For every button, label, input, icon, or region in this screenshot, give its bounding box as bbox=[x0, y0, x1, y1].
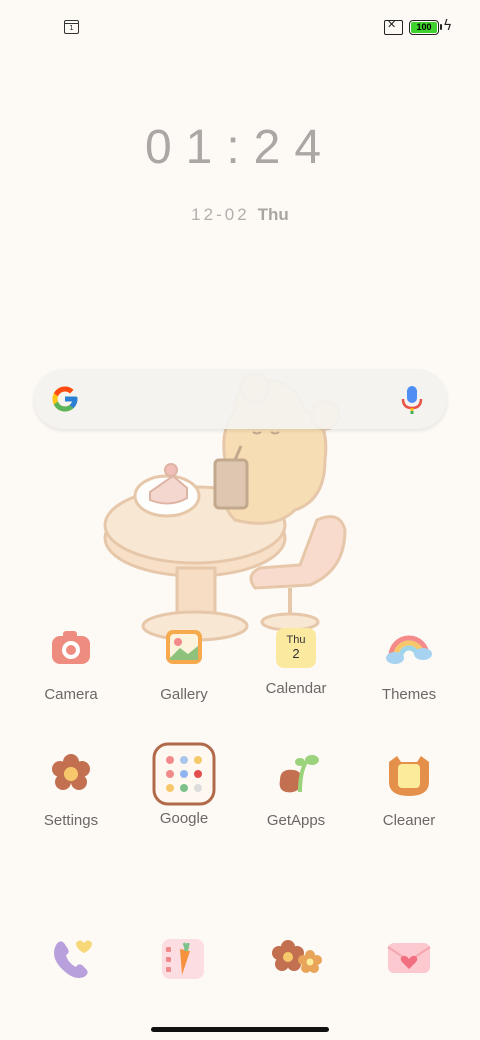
flowers-icon[interactable] bbox=[270, 933, 326, 983]
home-indicator[interactable] bbox=[151, 1027, 329, 1032]
battery-icon: 100 bbox=[409, 20, 442, 35]
clock-date[interactable]: 12-02 Thu bbox=[0, 205, 480, 225]
calendar-day: Thu bbox=[286, 634, 306, 646]
app-calendar[interactable]: Thu 2 Calendar bbox=[246, 622, 346, 697]
app-google-folder[interactable]: Google bbox=[134, 740, 234, 827]
app-label: Themes bbox=[381, 686, 437, 703]
rainbow-icon bbox=[386, 635, 432, 664]
status-bar: 1 100 ϟ bbox=[0, 0, 480, 56]
envelope-heart-icon[interactable] bbox=[384, 933, 434, 983]
app-label: Calendar bbox=[265, 680, 327, 697]
app-label: Gallery bbox=[160, 686, 208, 703]
no-sim-icon bbox=[384, 18, 403, 35]
weekday-text: Thu bbox=[257, 205, 289, 224]
date-text: 12-02 bbox=[191, 205, 250, 224]
phone-icon[interactable] bbox=[46, 933, 96, 983]
app-camera[interactable]: Camera bbox=[21, 622, 121, 703]
gallery-icon bbox=[166, 630, 202, 664]
battery-level: 100 bbox=[411, 22, 437, 33]
app-settings[interactable]: Settings bbox=[21, 748, 121, 829]
clock-time[interactable]: 01:24 bbox=[0, 120, 480, 175]
microphone-icon[interactable] bbox=[400, 385, 424, 415]
flower-gear-icon bbox=[52, 754, 90, 790]
calendar-notification-icon: 1 bbox=[64, 20, 79, 34]
calendar-date: 2 bbox=[292, 646, 300, 661]
messages-carrot-icon[interactable] bbox=[158, 933, 208, 983]
app-label: Cleaner bbox=[382, 812, 436, 829]
calendar-icon: Thu 2 bbox=[276, 628, 316, 668]
app-themes[interactable]: Themes bbox=[359, 622, 459, 703]
google-search-bar[interactable] bbox=[34, 369, 447, 429]
app-label: Settings bbox=[43, 812, 99, 829]
app-label: Google bbox=[159, 810, 209, 827]
app-getapps[interactable]: GetApps bbox=[246, 748, 346, 829]
charging-bolt-icon: ϟ bbox=[443, 18, 453, 34]
app-cleaner[interactable]: Cleaner bbox=[359, 748, 459, 829]
app-label: GetApps bbox=[266, 812, 326, 829]
camera-icon bbox=[52, 631, 90, 664]
dock bbox=[0, 930, 480, 986]
trash-cat-icon bbox=[389, 756, 429, 796]
google-g-icon bbox=[52, 386, 78, 412]
app-gallery[interactable]: Gallery bbox=[134, 622, 234, 703]
sprout-icon bbox=[279, 755, 319, 793]
google-folder-icon bbox=[152, 742, 216, 806]
app-label: Camera bbox=[44, 686, 98, 703]
